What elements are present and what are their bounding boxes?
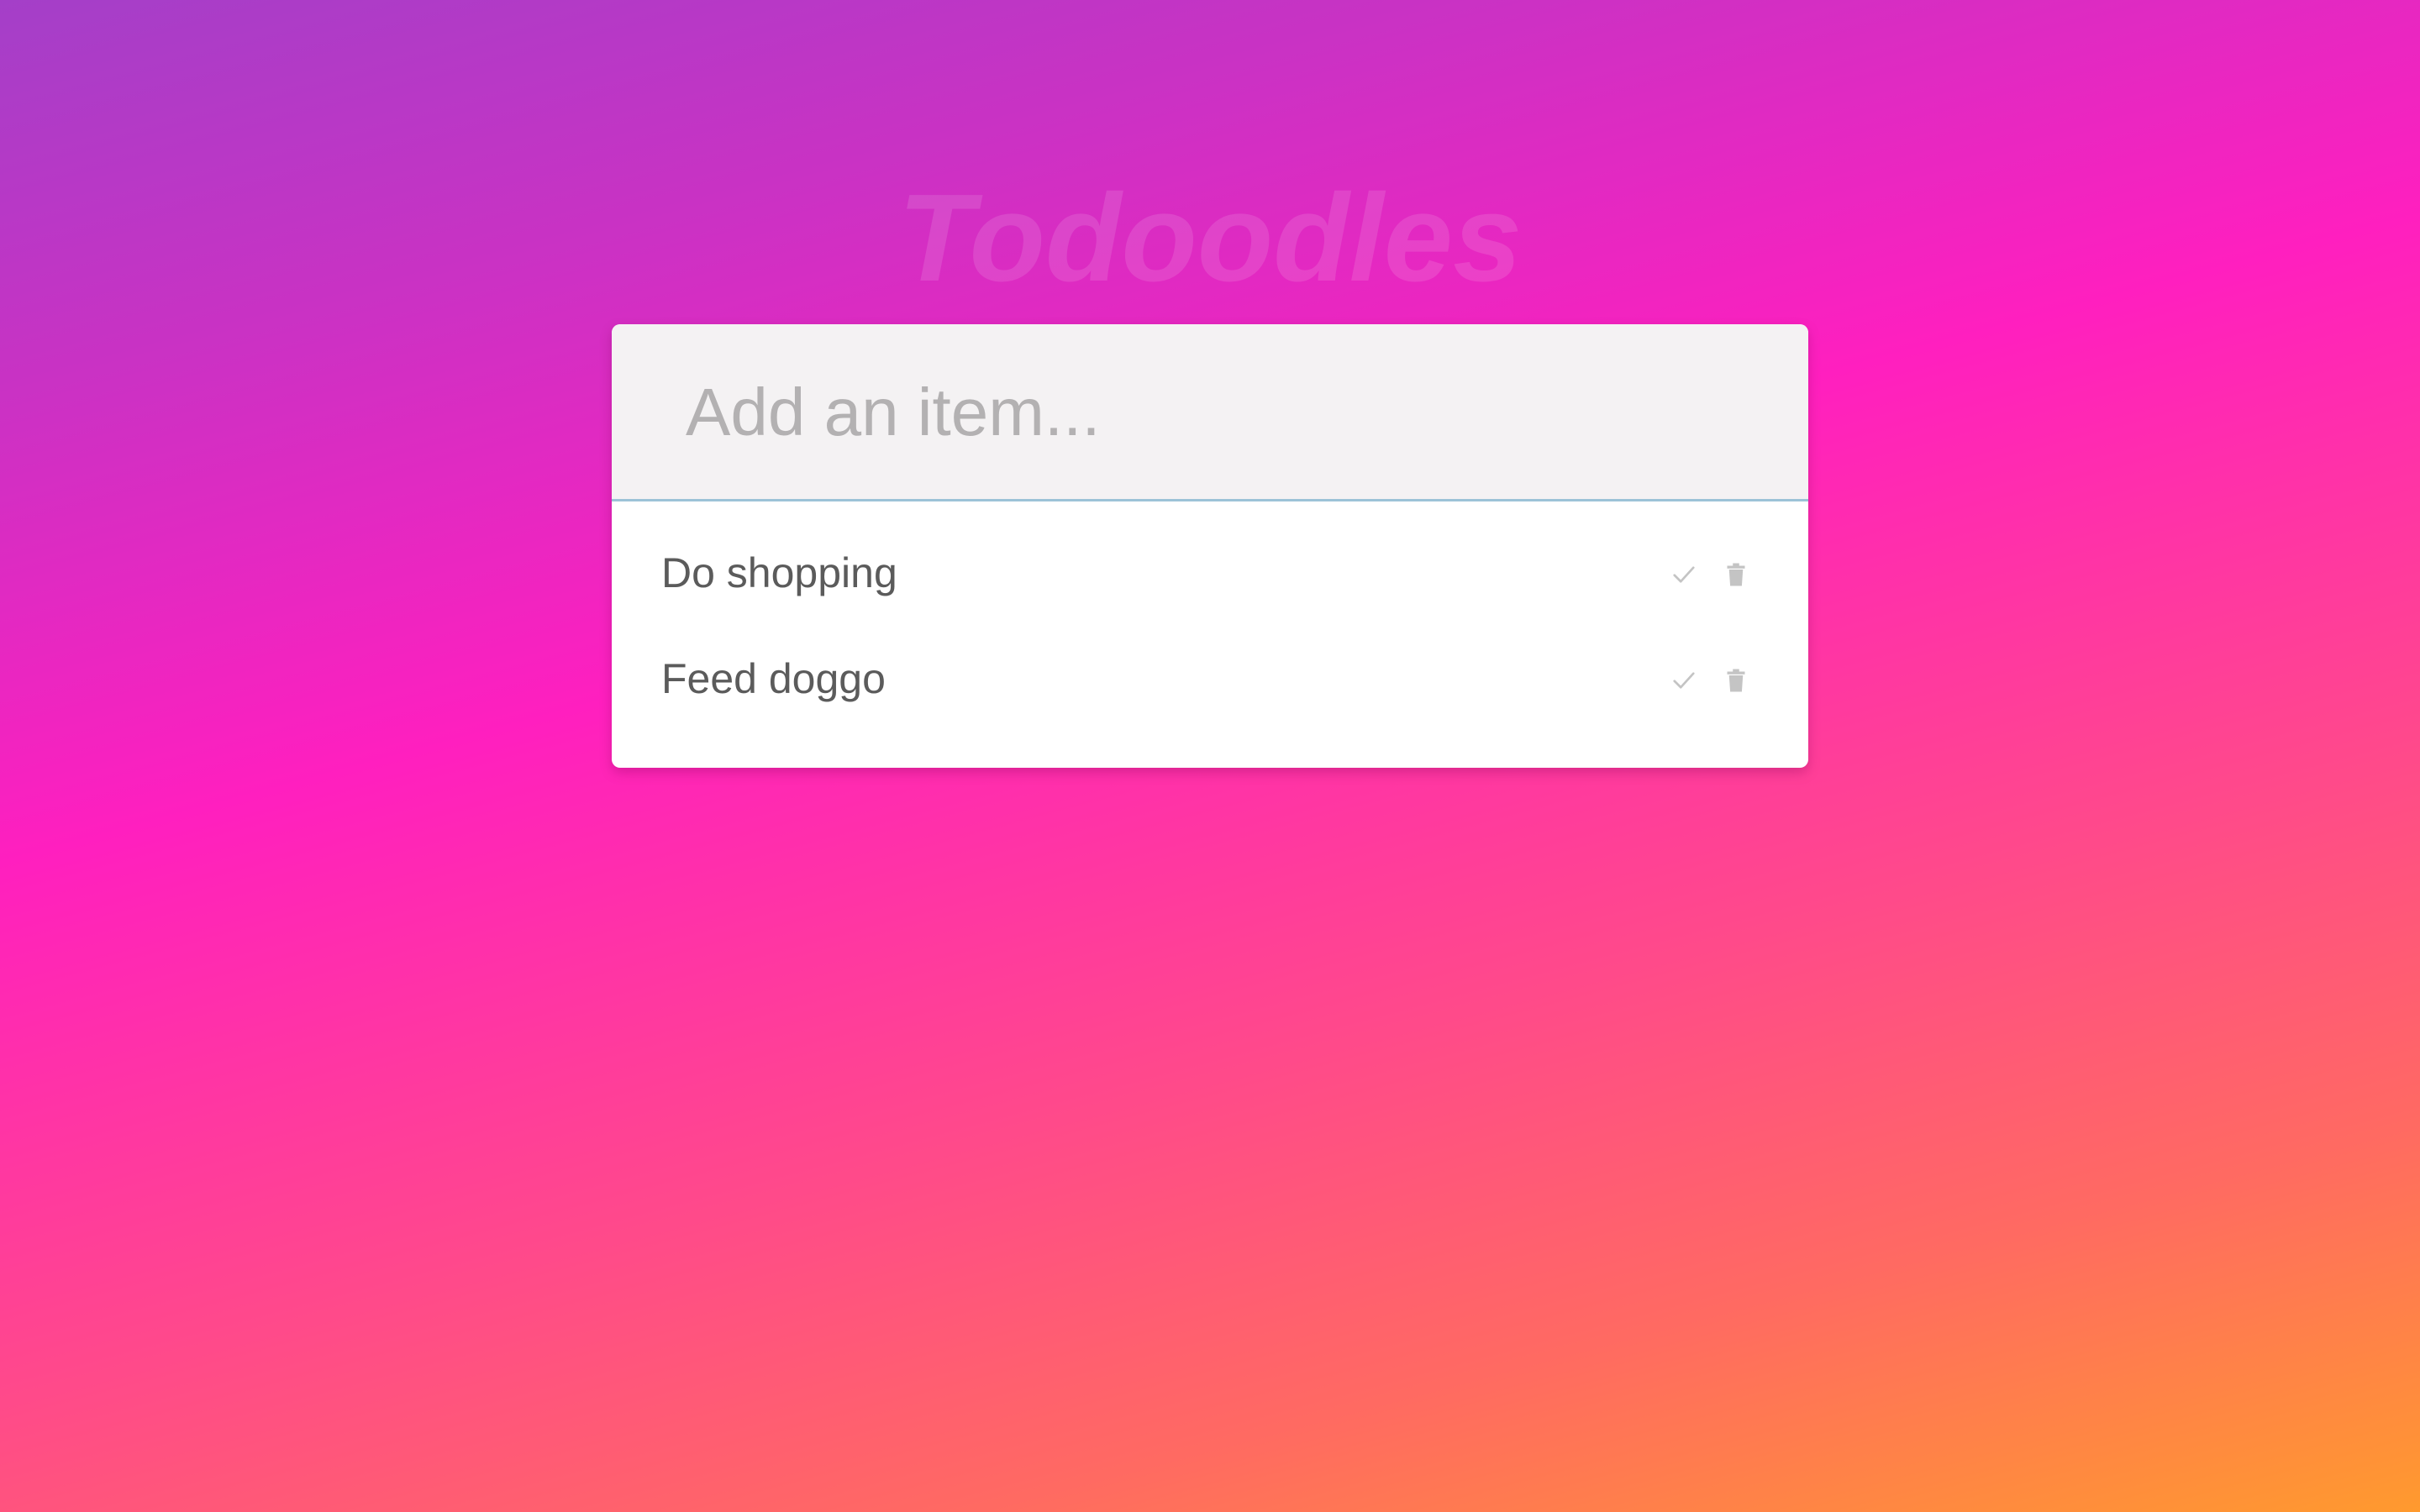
todo-card: Do shopping Feed doggo [612, 324, 1808, 768]
todo-list: Do shopping Feed doggo [612, 501, 1808, 741]
trash-icon [1727, 669, 1745, 692]
check-icon [1673, 672, 1695, 689]
trash-icon [1727, 563, 1745, 586]
todo-item-text: Feed doggo [661, 655, 886, 702]
delete-button[interactable] [1721, 559, 1751, 590]
check-icon [1673, 566, 1695, 583]
todo-item: Feed doggo [612, 635, 1808, 741]
new-item-input-wrapper [612, 324, 1808, 501]
complete-button[interactable] [1669, 559, 1699, 590]
delete-button[interactable] [1721, 665, 1751, 696]
todo-item: Do shopping [612, 529, 1808, 635]
new-item-input[interactable] [686, 349, 1744, 475]
app-title: Todoodles [897, 169, 1523, 307]
complete-button[interactable] [1669, 665, 1699, 696]
todo-item-text: Do shopping [661, 549, 897, 596]
